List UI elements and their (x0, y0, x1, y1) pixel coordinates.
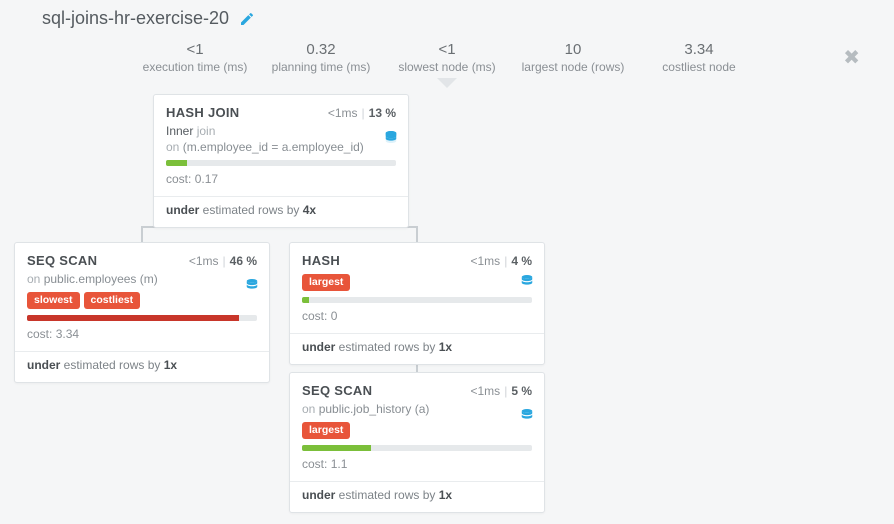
badge-row: largest (302, 422, 532, 439)
estimate-line: under estimated rows by 1x (302, 488, 532, 502)
plan-canvas: HASH JOIN <1ms|13 % Inner join on (m.emp… (0, 94, 894, 524)
node-title: HASH JOIN (166, 105, 240, 120)
node-detail-line: on public.job_history (a) (302, 402, 532, 416)
stat-value: 0.32 (267, 41, 375, 58)
cost-line: cost: 0.17 (166, 172, 396, 192)
database-icon[interactable] (384, 129, 398, 150)
node-stats: <1ms|13 % (328, 106, 396, 120)
stat-label: costliest node (645, 60, 753, 74)
cost-bar (302, 445, 532, 451)
node-title: HASH (302, 253, 340, 268)
node-title: SEQ SCAN (302, 383, 372, 398)
stat-value: <1 (141, 41, 249, 58)
stat-largest-node: 10 largest node (rows) (519, 41, 627, 74)
close-icon[interactable]: ✖ (843, 45, 860, 70)
badge-costliest: costliest (84, 292, 141, 309)
plan-title: sql-joins-hr-exercise-20 (42, 8, 229, 29)
node-title: SEQ SCAN (27, 253, 97, 268)
stat-value: <1 (393, 41, 501, 58)
badge-slowest: slowest (27, 292, 80, 309)
stat-value: 3.34 (645, 41, 753, 58)
node-stats: <1ms|46 % (189, 254, 257, 268)
stats-bar: <1 execution time (ms) 0.32 planning tim… (0, 35, 894, 82)
stat-label: slowest node (ms) (393, 60, 501, 74)
stat-label: planning time (ms) (267, 60, 375, 74)
cost-line: cost: 0 (302, 309, 532, 329)
plan-node-hash[interactable]: HASH <1ms|4 % largest cost: 0 under esti… (289, 242, 545, 365)
estimate-line: under estimated rows by 1x (27, 358, 257, 372)
stat-execution-time: <1 execution time (ms) (141, 41, 249, 74)
database-icon[interactable] (520, 273, 534, 294)
stat-label: execution time (ms) (141, 60, 249, 74)
database-icon[interactable] (245, 277, 259, 298)
plan-node-seq-scan-employees[interactable]: SEQ SCAN <1ms|46 % on public.employees (… (14, 242, 270, 383)
title-bar: sql-joins-hr-exercise-20 (0, 0, 894, 35)
node-detail-line: on (m.employee_id = a.employee_id) (166, 140, 396, 154)
badge-largest: largest (302, 422, 350, 439)
badge-largest: largest (302, 274, 350, 291)
cost-line: cost: 3.34 (27, 327, 257, 347)
badge-row: largest (302, 274, 532, 291)
cost-bar (302, 297, 532, 303)
plan-node-seq-scan-job-history[interactable]: SEQ SCAN <1ms|5 % on public.job_history … (289, 372, 545, 513)
stat-value: 10 (519, 41, 627, 58)
stat-costliest-node: 3.34 costliest node (645, 41, 753, 74)
badge-row: slowest costliest (27, 292, 257, 309)
cost-line: cost: 1.1 (302, 457, 532, 477)
cost-bar (166, 160, 396, 166)
stat-label: largest node (rows) (519, 60, 627, 74)
estimate-line: under estimated rows by 1x (302, 340, 532, 354)
node-stats: <1ms|4 % (471, 254, 533, 268)
stat-slowest-node: <1 slowest node (ms) (393, 41, 501, 74)
estimate-line: under estimated rows by 4x (166, 203, 396, 217)
node-stats: <1ms|5 % (471, 384, 533, 398)
node-detail-line: on public.employees (m) (27, 272, 257, 286)
node-detail-line: Inner join (166, 124, 396, 138)
cost-bar (27, 315, 257, 321)
stat-planning-time: 0.32 planning time (ms) (267, 41, 375, 74)
plan-node-hash-join[interactable]: HASH JOIN <1ms|13 % Inner join on (m.emp… (153, 94, 409, 228)
database-icon[interactable] (520, 407, 534, 428)
edit-icon[interactable] (239, 11, 255, 27)
